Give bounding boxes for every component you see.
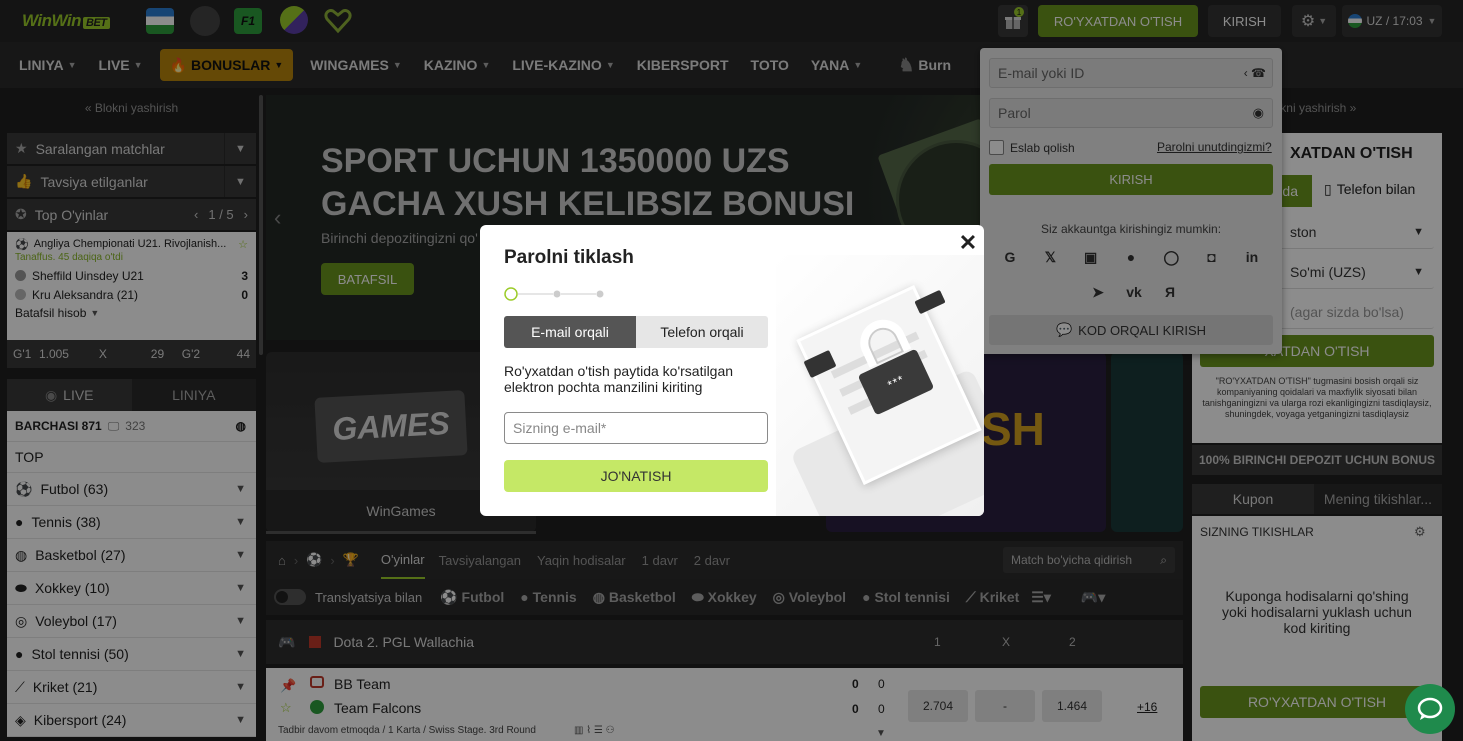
lock-illustration: *** [776,255,984,516]
support-chat-button[interactable] [1405,684,1455,734]
reset-method-tabs: E-mail orqali Telefon orqali [504,316,768,348]
close-icon[interactable]: ✕ [956,230,980,255]
tag-icon [914,289,946,315]
input-placeholder: Sizning e-mail* [513,420,607,436]
modal-description: Ro'yxatdan o'tish paytida ko'rsatilgan e… [504,363,734,395]
tab-email-reset[interactable]: E-mail orqali [504,316,636,348]
modal-title: Parolni tiklash [504,247,634,268]
chat-bubble-icon [1417,697,1443,720]
send-button[interactable]: JO'NATISH [504,460,768,492]
tab-phone-reset[interactable]: Telefon orqali [636,316,768,348]
password-reset-modal: Parolni tiklash E-mail orqali Telefon or… [480,225,984,516]
reset-email-input[interactable]: Sizning e-mail* [504,412,768,444]
step-indicator [504,286,614,302]
